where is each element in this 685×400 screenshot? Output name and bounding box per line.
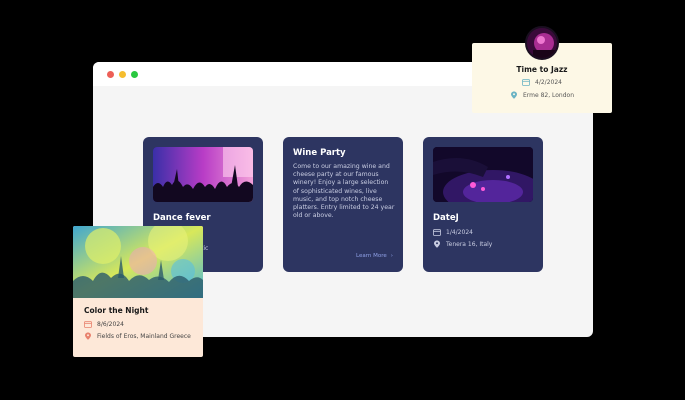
event-date-row: 4/2/2024 xyxy=(472,78,612,86)
event-title: Dance fever xyxy=(153,213,211,223)
location-pin-icon xyxy=(85,332,91,340)
event-image-turntable xyxy=(433,147,533,202)
event-description: Come to our amazing wine and cheese part… xyxy=(293,163,395,220)
event-location: Fields of Eros, Mainland Greece xyxy=(97,332,191,340)
event-card-datej[interactable]: DateJ 1/4/2024 Tenera 16, Italy xyxy=(423,137,543,272)
learn-more-link[interactable]: Learn More › xyxy=(356,253,393,259)
location-pin-icon xyxy=(434,240,440,248)
chevron-right-icon: › xyxy=(390,253,393,259)
maximize-window-dot[interactable] xyxy=(131,71,138,78)
location-pin-icon xyxy=(510,91,517,99)
event-image-concert xyxy=(153,147,253,202)
event-date: 1/4/2024 xyxy=(446,228,473,236)
event-title: Color the Night xyxy=(84,306,149,315)
calendar-icon xyxy=(84,321,92,328)
event-date-row: 8/6/2024 xyxy=(84,320,124,328)
calendar-icon xyxy=(433,229,441,236)
event-date: 4/2/2024 xyxy=(535,78,562,86)
event-date-row: 1/4/2024 xyxy=(433,228,473,236)
event-image-color-festival xyxy=(73,226,203,298)
event-title: Wine Party xyxy=(293,148,346,158)
event-title: Time to Jazz xyxy=(516,65,568,74)
event-card-color-the-night[interactable]: Color the Night 8/6/2024 Fields of Eros,… xyxy=(73,226,203,357)
close-window-dot[interactable] xyxy=(107,71,114,78)
event-location: Tenera 16, Italy xyxy=(446,240,493,248)
event-location-row: Tenera 16, Italy xyxy=(433,240,492,248)
event-avatar-jazz xyxy=(525,26,559,60)
event-location: Erme 82, London xyxy=(522,91,575,99)
event-location-row: Erme 82, London xyxy=(472,91,612,99)
calendar-icon xyxy=(522,79,530,86)
event-location-row: Fields of Eros, Mainland Greece xyxy=(84,332,191,340)
event-title: DateJ xyxy=(433,213,459,223)
event-date: 8/6/2024 xyxy=(97,320,124,328)
minimize-window-dot[interactable] xyxy=(119,71,126,78)
event-card-wine-party[interactable]: Wine Party Come to our amazing wine and … xyxy=(283,137,403,272)
learn-more-label: Learn More xyxy=(356,253,387,259)
